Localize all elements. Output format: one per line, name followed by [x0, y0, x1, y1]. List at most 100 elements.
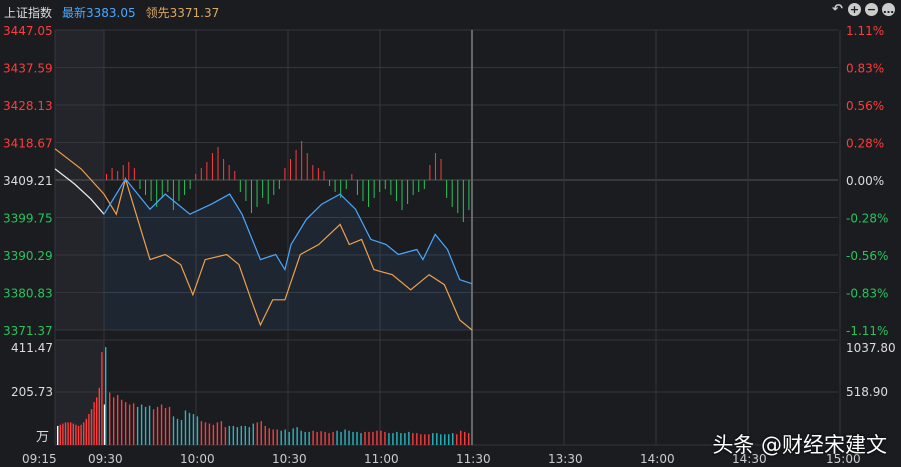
breadth-bar — [418, 180, 420, 192]
breadth-bar — [161, 180, 163, 198]
volume-bar — [172, 416, 175, 445]
volume-bar — [212, 424, 215, 445]
time-tick-label: 13:30 — [548, 452, 583, 466]
volume-bar — [70, 422, 72, 445]
volume-bar — [62, 423, 64, 445]
breadth-bar — [440, 159, 442, 180]
volume-bar — [412, 433, 414, 445]
volume-bar — [156, 406, 159, 445]
volume-bar — [128, 404, 131, 445]
volume-bar — [144, 406, 147, 445]
volume-bar — [436, 433, 438, 445]
price-tick-label: 3399.75 — [3, 212, 53, 226]
breadth-bar — [189, 180, 191, 189]
price-tick-label: 3390.29 — [3, 249, 53, 263]
volume-bar — [88, 414, 90, 445]
breadth-bar — [407, 180, 409, 204]
volume-bar — [456, 434, 458, 445]
breadth-bar — [267, 180, 269, 204]
volume-bar — [288, 431, 290, 445]
volume-bar — [340, 431, 342, 445]
volume-bar — [272, 429, 274, 445]
volume-bar — [96, 397, 98, 445]
breadth-bar — [106, 174, 107, 180]
volume-bar — [57, 425, 59, 445]
volume-bar — [296, 427, 298, 445]
breadth-bar — [217, 147, 219, 180]
percent-tick-label: 0.00% — [846, 174, 884, 188]
volume-bar — [384, 431, 386, 445]
volume-bar — [332, 431, 334, 445]
percent-tick-label: 0.28% — [846, 137, 884, 151]
volume-bar — [184, 410, 187, 445]
breadth-bar — [278, 180, 280, 189]
volume-bar — [85, 418, 87, 445]
volume-bar — [164, 408, 167, 445]
volume-bar — [103, 404, 106, 445]
volume-bar — [440, 434, 442, 445]
volume-bar — [176, 418, 179, 445]
breadth-bar — [457, 180, 459, 213]
volume-bar — [148, 405, 151, 445]
volume-bar — [256, 422, 258, 445]
volume-bar — [168, 406, 171, 445]
volume-bar — [140, 404, 143, 445]
volume-bar — [348, 430, 350, 445]
volume-bar — [252, 423, 254, 445]
volume-bar — [59, 424, 61, 445]
volume-bar — [240, 425, 243, 445]
volume-bar — [116, 394, 119, 445]
breadth-bar — [356, 180, 358, 195]
volume-bar — [152, 409, 155, 445]
breadth-bar — [290, 159, 291, 180]
time-tick-label: 11:30 — [456, 452, 491, 466]
volume-bar — [388, 433, 390, 445]
volume-bar — [75, 424, 77, 445]
breadth-bar — [195, 174, 197, 180]
price-tick-label: 3437.59 — [3, 62, 53, 76]
breadth-bar — [323, 171, 325, 180]
volume-bar — [352, 431, 354, 445]
breadth-bar — [139, 180, 141, 189]
time-tick-label: 10:00 — [180, 452, 215, 466]
volume-bar — [280, 430, 282, 445]
breadth-bar — [273, 180, 275, 195]
breadth-bar — [312, 165, 314, 180]
volume-bar — [448, 434, 450, 445]
breadth-bar — [117, 171, 119, 180]
volume-bar — [93, 402, 95, 445]
time-tick-label: 09:30 — [88, 452, 123, 466]
breadth-bar — [423, 180, 425, 189]
breadth-bar — [167, 180, 169, 192]
volume-bar — [372, 431, 374, 445]
breadth-bar — [317, 168, 319, 180]
volume-bar — [236, 427, 239, 445]
volume-bar — [72, 423, 74, 445]
volume-bar — [452, 433, 454, 445]
volume-bar — [108, 392, 111, 445]
breadth-bar — [429, 165, 431, 180]
breadth-bar — [150, 180, 152, 201]
breadth-bar — [133, 168, 135, 180]
watermark: 头条 @财经宋建文 — [712, 433, 887, 457]
volume-bar — [376, 430, 378, 445]
breadth-bar — [390, 180, 392, 195]
volume-bar — [264, 425, 266, 445]
volume-bar — [244, 425, 247, 445]
volume-bar — [400, 433, 402, 445]
volume-tick-label-right: 1037.80 — [846, 341, 896, 355]
breadth-bar — [239, 180, 241, 192]
breadth-bar — [301, 141, 303, 180]
volume-bar — [216, 422, 219, 445]
volume-tick-label: 411.47 — [11, 341, 53, 355]
percent-tick-label: 0.83% — [846, 62, 884, 76]
breadth-bar — [373, 180, 375, 198]
volume-bar — [98, 387, 100, 445]
volume-bar — [312, 430, 314, 445]
volume-bar — [248, 427, 251, 445]
volume-bar — [408, 431, 410, 445]
breadth-bar — [395, 180, 397, 201]
percent-tick-label: -1.11% — [846, 324, 888, 338]
volume-bar — [112, 397, 115, 445]
volume-bar — [83, 422, 85, 445]
